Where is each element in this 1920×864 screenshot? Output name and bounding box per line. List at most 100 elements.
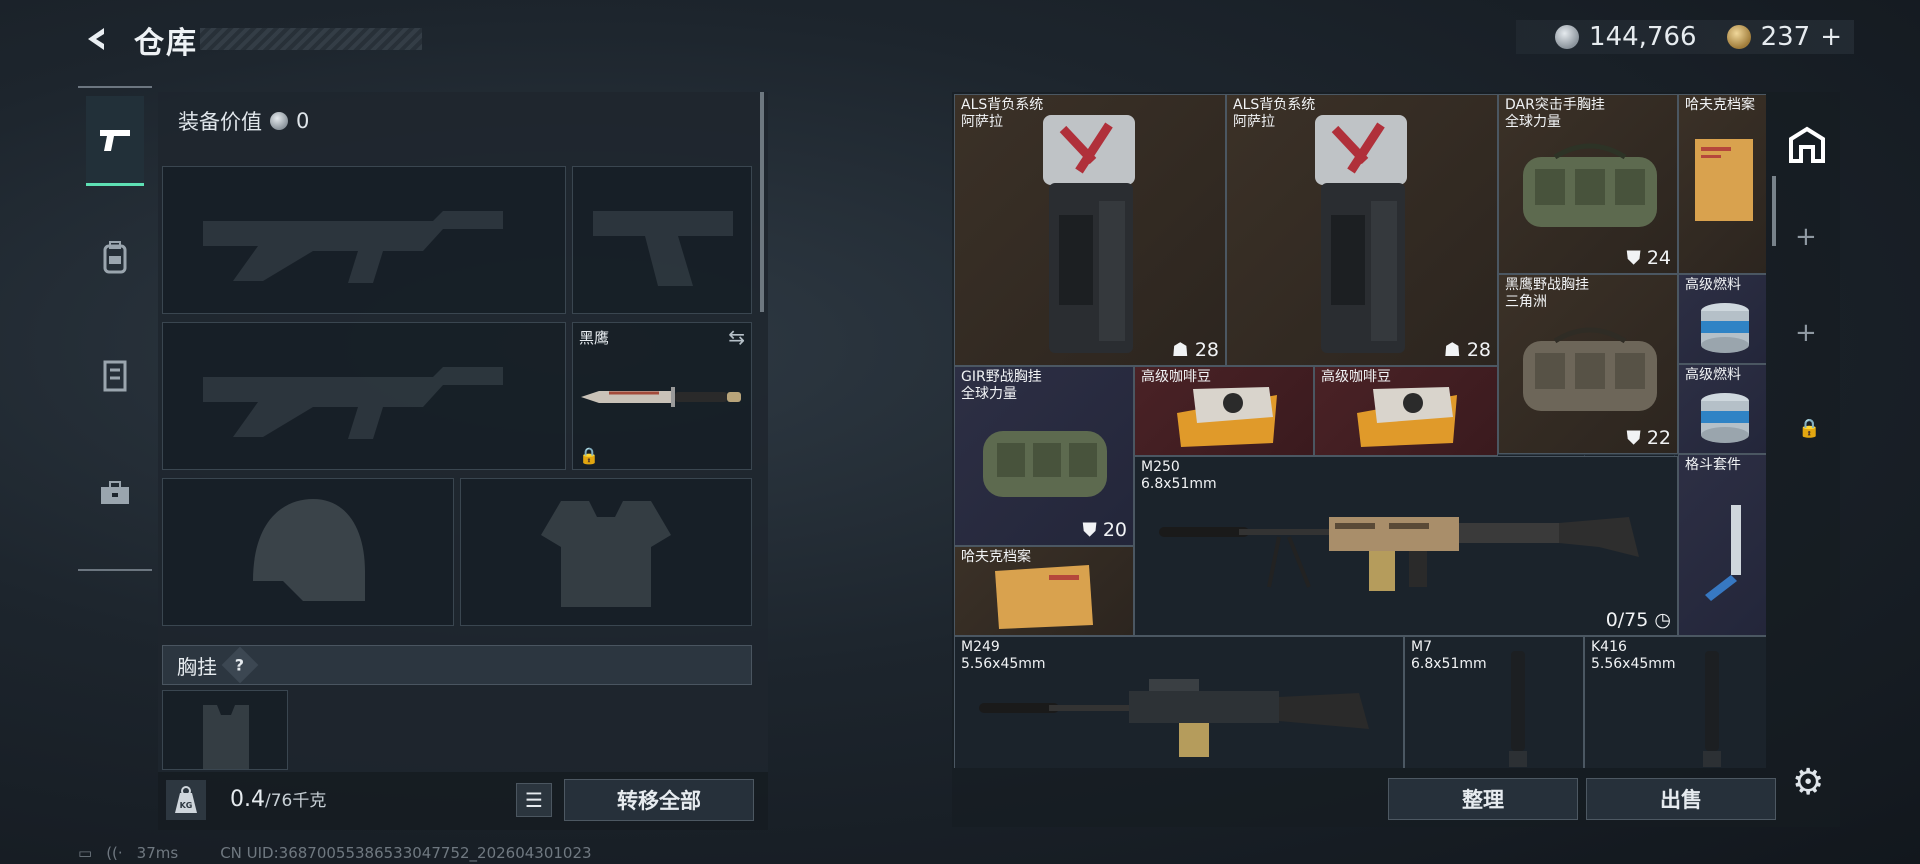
currency-bar: 144,766 237 +: [1516, 20, 1854, 54]
item-m249[interactable]: M249 5.56x45mm: [954, 636, 1404, 768]
warehouse-grid: ALS背负系统 阿萨拉 ☗ 28 ALS背负系统 阿萨拉 ☗ 28 DAR突击手胸挂…: [954, 94, 1766, 768]
equipment-value: 装备价值 0: [178, 106, 309, 136]
item-name: DAR突击手胸挂 全球力量: [1505, 97, 1605, 130]
suppressor-icon: [1509, 651, 1527, 767]
status-bar: ▭ ((· 37ms CN UID:36870055386533047752_2…: [78, 844, 592, 862]
melee-kit-icon: [1705, 505, 1741, 601]
vest-icon: ⛊: [1626, 247, 1641, 269]
lock-icon: 🔒: [579, 446, 599, 465]
list-view-button[interactable]: ☰: [516, 783, 552, 817]
item-m7[interactable]: M7 6.8x51mm: [1404, 636, 1584, 768]
item-name: 高级燃料: [1685, 277, 1741, 293]
tab-vest[interactable]: [86, 330, 144, 420]
tab-weapons[interactable]: [86, 96, 144, 186]
item-name: GIR野战胸挂 全球力量: [961, 369, 1042, 402]
chest-rig-slot[interactable]: [162, 690, 288, 770]
item-gir-chest-rig[interactable]: GIR野战胸挂 全球力量 ⛊ 20: [954, 366, 1134, 546]
item-fuel-1[interactable]: 高级燃料: [1678, 274, 1766, 364]
svg-text:KG: KG: [180, 801, 193, 810]
knife-icon: [581, 387, 741, 407]
equipment-scrollbar[interactable]: [760, 92, 764, 312]
item-k416[interactable]: K416 5.56x45mm: [1584, 636, 1766, 768]
item-havoc-file-2[interactable]: 哈夫克档案: [954, 546, 1134, 636]
fuel-can-icon: [1701, 393, 1749, 443]
player-uid: CN UID:36870055386533047752_202604301023: [220, 844, 592, 862]
item-name: K416 5.56x45mm: [1591, 639, 1676, 672]
rifle-silhouette-icon: [203, 367, 503, 439]
melee-slot[interactable]: 黑鹰 ⇆ 🔒: [572, 322, 752, 470]
helmet-silhouette-icon: [253, 499, 365, 601]
gold-amount: 237: [1760, 22, 1811, 52]
ghost-icon: ☗: [1171, 339, 1189, 361]
toolbox-icon: [101, 481, 129, 504]
settings-gear-icon[interactable]: ⚙: [1792, 762, 1824, 803]
add-currency-button[interactable]: +: [1820, 22, 1842, 52]
vest-icon: ⛊: [1626, 427, 1641, 449]
primary-weapon-slot-2[interactable]: [162, 322, 566, 470]
coffee-bag-icon: [1177, 387, 1277, 447]
item-name: 哈夫克档案: [1685, 97, 1755, 113]
item-name: M249 5.56x45mm: [961, 639, 1046, 672]
ping: 37ms: [136, 844, 179, 862]
primary-weapon-slot[interactable]: [162, 166, 566, 314]
back-arrow-icon: [88, 28, 104, 50]
knife-name: 黑鹰: [579, 329, 610, 347]
item-als-backpack-2[interactable]: ALS背负系统 阿萨拉 ☗ 28: [1226, 94, 1498, 366]
item-stat: ☗ 28: [1443, 339, 1491, 361]
back-button[interactable]: [78, 20, 116, 58]
sort-button[interactable]: 整理: [1388, 778, 1578, 820]
sell-button[interactable]: 出售: [1586, 778, 1776, 820]
carry-weight-max: /76千克: [265, 791, 327, 811]
machine-gun-image-icon: [979, 679, 1369, 757]
weight-icon: KG: [166, 780, 206, 820]
swap-icon[interactable]: ⇆: [728, 325, 745, 349]
add-page-button[interactable]: +: [1795, 222, 1817, 252]
vest-icon: [103, 360, 127, 392]
item-havoc-file-1[interactable]: 哈夫克档案: [1678, 94, 1766, 274]
item-dar-chest-rig[interactable]: DAR突击手胸挂 全球力量 ⛊ 24: [1498, 94, 1678, 274]
item-melee-kit[interactable]: 格斗套件: [1678, 454, 1766, 636]
item-blackhawk-chest-rig[interactable]: 黑鹰野战胸挂 三角洲 ⛊ 22: [1498, 274, 1678, 454]
vest-icon: ⛊: [1082, 519, 1097, 541]
warehouse-page-main[interactable]: [1782, 108, 1832, 180]
item-coffee-2[interactable]: 高级咖啡豆: [1314, 366, 1498, 456]
document-icon: [1695, 139, 1753, 221]
chest-rig-header: 胸挂 ?: [162, 645, 752, 685]
list-icon: ☰: [525, 788, 543, 812]
warehouse-icon: [1789, 126, 1825, 163]
item-name: 格斗套件: [1685, 457, 1741, 473]
equipment-value-label: 装备价值: [178, 110, 262, 134]
machine-gun-image-icon: [1159, 517, 1639, 591]
document-icon: [995, 565, 1093, 629]
item-name: M250 6.8x51mm: [1141, 459, 1217, 492]
item-stat: ☗ 28: [1171, 339, 1219, 361]
armor-slot[interactable]: [460, 478, 752, 626]
item-als-backpack-1[interactable]: ALS背负系统 阿萨拉 ☗ 28: [954, 94, 1226, 366]
chest-rig-image-icon: [1523, 143, 1657, 227]
item-coffee-1[interactable]: 高级咖啡豆: [1134, 366, 1314, 456]
rifle-silhouette-icon: [203, 211, 503, 283]
gold-coin-icon: [1726, 25, 1751, 49]
warehouse-scrollbar[interactable]: [1772, 176, 1776, 246]
backpack-icon: [103, 241, 127, 274]
transfer-all-button[interactable]: 转移全部: [564, 779, 754, 821]
item-m250[interactable]: M250 6.8x51mm 0/75 ◷: [1134, 456, 1678, 636]
item-stat: ⛊ 20: [1082, 519, 1128, 541]
item-name: 哈夫克档案: [961, 549, 1031, 565]
item-stat: ⛊ 22: [1626, 427, 1672, 449]
help-icon[interactable]: ?: [221, 646, 259, 684]
backpack-image-icon: [1043, 115, 1135, 353]
item-name: 高级咖啡豆: [1321, 369, 1391, 385]
add-page-button[interactable]: +: [1795, 318, 1817, 348]
item-name: 高级燃料: [1685, 367, 1741, 383]
ghost-icon: ☗: [1443, 339, 1461, 361]
secondary-weapon-slot[interactable]: [572, 166, 752, 314]
item-fuel-2[interactable]: 高级燃料: [1678, 364, 1766, 454]
carry-weight-current: 0.4: [230, 787, 265, 812]
battery-icon: ▭: [78, 844, 93, 862]
helmet-slot[interactable]: [162, 478, 454, 626]
tab-backpack[interactable]: [86, 212, 144, 302]
item-stat: 0/75 ◷: [1605, 609, 1671, 631]
carry-weight: 0.4/76千克: [230, 786, 326, 812]
tab-case[interactable]: [86, 448, 144, 538]
